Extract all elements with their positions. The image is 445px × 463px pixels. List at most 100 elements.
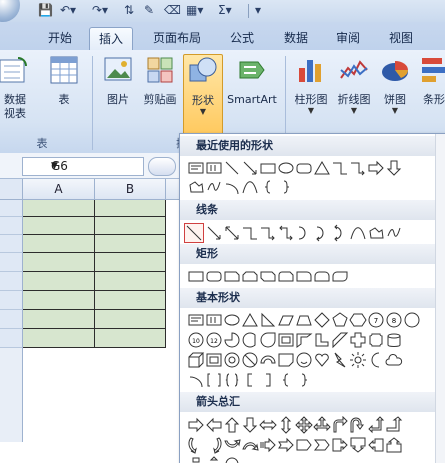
left-right-arrow-callout-icon[interactable]	[187, 456, 205, 463]
u-turn-arrow-icon[interactable]	[349, 416, 367, 434]
snip-diagonal-rectangle-icon[interactable]	[259, 267, 277, 285]
chevron-down-icon[interactable]: ▼	[51, 158, 140, 175]
cell[interactable]	[95, 329, 166, 348]
bent-arrow-icon[interactable]	[331, 415, 349, 434]
bar-chart-button[interactable]: 条形	[414, 54, 445, 124]
curved-left-arrow-icon[interactable]	[205, 436, 223, 454]
text-box-icon[interactable]	[187, 311, 205, 329]
elbow-connector-icon[interactable]	[241, 224, 259, 242]
undo-icon[interactable]: ↶▾	[60, 3, 76, 18]
row-header[interactable]	[0, 200, 23, 217]
row-header[interactable]	[0, 217, 23, 235]
cell[interactable]	[23, 272, 95, 291]
snip-round-rectangle-icon[interactable]	[277, 267, 295, 285]
elbow-connector-icon[interactable]	[331, 159, 349, 177]
cell[interactable]	[95, 217, 166, 235]
sort-icon[interactable]: ⇅	[124, 3, 134, 18]
bent-up-arrow-icon[interactable]	[385, 416, 403, 434]
snip-same-side-rectangle-icon[interactable]	[241, 267, 259, 285]
double-arrow-line-icon[interactable]	[223, 224, 241, 242]
tab-home[interactable]: 开始	[38, 27, 82, 49]
curve-icon[interactable]	[349, 224, 367, 242]
office-button[interactable]	[0, 0, 20, 22]
double-bracket-icon[interactable]	[205, 371, 223, 389]
rectangle-icon[interactable]	[187, 267, 205, 285]
quad-arrow-callout-icon[interactable]	[205, 456, 223, 463]
parallelogram-icon[interactable]	[277, 311, 295, 329]
triangle-icon[interactable]	[241, 311, 259, 329]
row-header[interactable]	[0, 348, 23, 442]
trapezoid-icon[interactable]	[295, 311, 313, 329]
column-header-b[interactable]: B	[95, 179, 166, 200]
octagon-icon[interactable]: 8	[385, 311, 403, 329]
up-arrow-icon[interactable]	[223, 416, 241, 434]
striped-right-arrow-icon[interactable]	[259, 436, 277, 454]
pie-chart-button[interactable]: 饼图 ▼	[378, 54, 412, 124]
quad-arrow-icon[interactable]	[295, 416, 313, 434]
folded-corner-icon[interactable]	[277, 351, 295, 369]
round-diagonal-rectangle-icon[interactable]	[331, 267, 349, 285]
pentagon-arrow-icon[interactable]	[295, 436, 313, 454]
left-right-arrow-icon[interactable]	[259, 416, 277, 434]
cell[interactable]	[95, 272, 166, 291]
line-icon[interactable]	[223, 159, 241, 177]
cell[interactable]	[95, 235, 166, 253]
picture-button[interactable]: 图片	[100, 54, 136, 124]
left-brace-icon[interactable]	[259, 178, 277, 196]
curved-down-arrow-icon[interactable]	[241, 436, 259, 454]
tab-data[interactable]: 数据	[276, 27, 316, 49]
plaque-icon[interactable]	[367, 331, 385, 349]
cell[interactable]	[95, 253, 166, 272]
round-corner-rectangle-icon[interactable]	[295, 267, 313, 285]
left-arrow-icon[interactable]	[205, 416, 223, 434]
moon-icon[interactable]	[367, 351, 385, 369]
curved-connector-icon[interactable]	[295, 224, 313, 242]
frame-icon[interactable]	[277, 331, 295, 349]
left-brace-icon[interactable]	[277, 371, 295, 389]
can-icon[interactable]	[385, 331, 403, 349]
curved-right-arrow-icon[interactable]	[187, 436, 205, 454]
elbow-arrow-connector-icon[interactable]	[259, 224, 277, 242]
arrow-line-icon[interactable]	[205, 224, 223, 242]
arc-icon[interactable]	[223, 178, 241, 196]
curve-icon[interactable]	[241, 178, 259, 196]
row-header[interactable]	[0, 272, 23, 291]
curved-up-arrow-icon[interactable]	[223, 436, 241, 454]
bevel-icon[interactable]	[205, 351, 223, 369]
right-bracket-icon[interactable]	[259, 371, 277, 389]
pie-icon[interactable]	[223, 331, 241, 349]
cloud-icon[interactable]	[385, 351, 403, 369]
select-all-corner[interactable]	[0, 179, 23, 200]
right-triangle-icon[interactable]	[259, 311, 277, 329]
column-chart-button[interactable]: 柱形图 ▼	[291, 54, 331, 124]
cell[interactable]	[23, 200, 95, 217]
decagon-icon[interactable]	[403, 311, 421, 329]
right-brace-icon[interactable]	[295, 371, 313, 389]
tab-review[interactable]: 审阅	[328, 27, 368, 49]
curved-double-arrow-connector-icon[interactable]	[331, 224, 349, 242]
right-arrow-callout-icon[interactable]	[331, 436, 349, 454]
arc-icon[interactable]	[187, 371, 205, 389]
down-arrow-icon[interactable]	[241, 416, 259, 434]
cell[interactable]	[23, 217, 95, 235]
tab-formulas[interactable]: 公式	[222, 27, 262, 49]
heart-icon[interactable]	[313, 351, 331, 369]
oval-icon[interactable]	[223, 311, 241, 329]
arrow-line-icon[interactable]	[241, 159, 259, 177]
cell[interactable]	[23, 253, 95, 272]
l-shape-icon[interactable]	[313, 331, 331, 349]
rounded-rectangle-icon[interactable]	[295, 159, 313, 177]
up-down-arrow-icon[interactable]	[277, 416, 295, 434]
redo-icon[interactable]: ↷▾	[92, 3, 108, 18]
column-header-a[interactable]: A	[23, 179, 95, 200]
freeform-icon[interactable]	[187, 178, 205, 196]
cell[interactable]	[23, 291, 95, 310]
clipart-button[interactable]: 剪贴画	[140, 54, 180, 124]
vertical-text-box-icon[interactable]	[205, 159, 223, 177]
left-right-up-arrow-icon[interactable]	[313, 416, 331, 434]
right-arrow-icon[interactable]	[187, 416, 205, 434]
down-arrow-icon[interactable]	[385, 159, 403, 177]
left-up-arrow-icon[interactable]	[367, 416, 385, 434]
text-box-icon[interactable]	[187, 159, 205, 177]
table-button[interactable]: 表	[46, 54, 82, 124]
